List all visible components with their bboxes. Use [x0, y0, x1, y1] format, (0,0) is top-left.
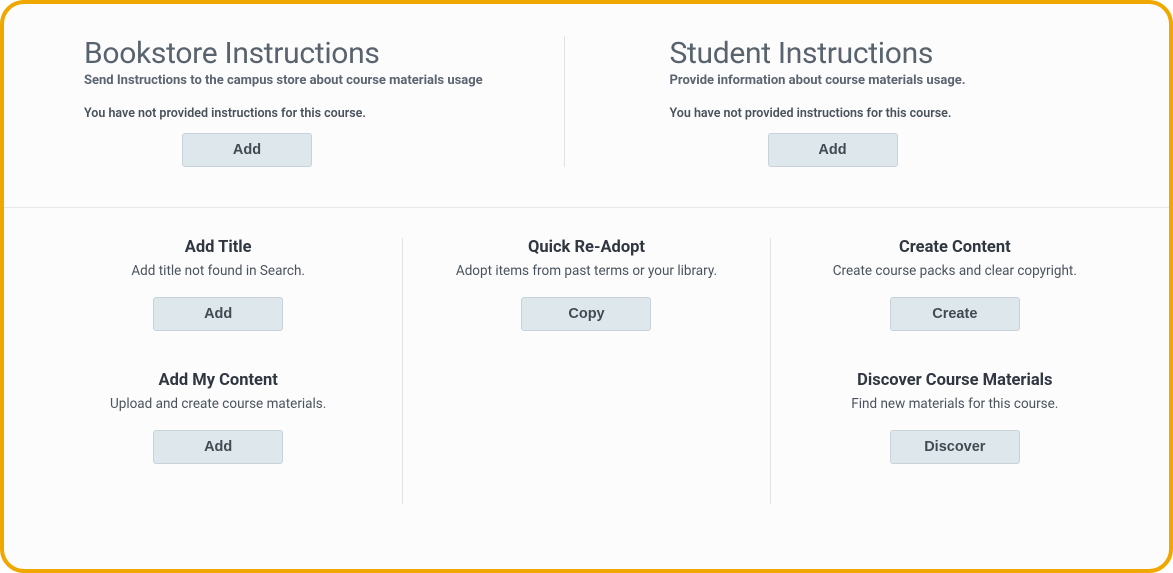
- quick-readopt-button[interactable]: Copy: [521, 297, 651, 331]
- bookstore-status: You have not provided instructions for t…: [84, 106, 524, 121]
- main-frame: Bookstore Instructions Send Instructions…: [0, 0, 1173, 573]
- create-content-button[interactable]: Create: [890, 297, 1020, 331]
- discover-card: Discover Course Materials Find new mater…: [801, 371, 1109, 464]
- add-title-button[interactable]: Add: [153, 297, 283, 331]
- quick-readopt-card: Quick Re-Adopt Adopt items from past ter…: [433, 238, 739, 331]
- add-my-content-card: Add My Content Upload and create course …: [64, 371, 372, 464]
- add-title-heading: Add Title: [64, 238, 372, 257]
- quick-readopt-heading: Quick Re-Adopt: [433, 238, 739, 257]
- instructions-section: Bookstore Instructions Send Instructions…: [4, 4, 1169, 208]
- bookstore-instructions-panel: Bookstore Instructions Send Instructions…: [4, 36, 565, 167]
- discover-button[interactable]: Discover: [890, 430, 1020, 464]
- student-instructions-panel: Student Instructions Provide information…: [565, 36, 1170, 167]
- bookstore-add-button[interactable]: Add: [182, 133, 312, 167]
- add-my-content-button[interactable]: Add: [153, 430, 283, 464]
- student-subtitle: Provide information about course materia…: [670, 73, 1110, 88]
- bookstore-subtitle: Send Instructions to the campus store ab…: [84, 73, 524, 88]
- actions-col-2: Quick Re-Adopt Adopt items from past ter…: [402, 238, 770, 504]
- actions-col-3: Create Content Create course packs and c…: [771, 238, 1139, 504]
- quick-readopt-desc: Adopt items from past terms or your libr…: [433, 263, 739, 279]
- actions-grid: Add Title Add title not found in Search.…: [4, 208, 1169, 504]
- discover-desc: Find new materials for this course.: [801, 396, 1109, 412]
- actions-col-1: Add Title Add title not found in Search.…: [34, 238, 402, 504]
- student-status: You have not provided instructions for t…: [670, 106, 1110, 121]
- add-title-desc: Add title not found in Search.: [64, 263, 372, 279]
- create-content-card: Create Content Create course packs and c…: [801, 238, 1109, 331]
- create-content-heading: Create Content: [801, 238, 1109, 257]
- add-my-content-heading: Add My Content: [64, 371, 372, 390]
- discover-heading: Discover Course Materials: [801, 371, 1109, 390]
- bookstore-title: Bookstore Instructions: [84, 36, 524, 71]
- create-content-desc: Create course packs and clear copyright.: [801, 263, 1109, 279]
- student-add-button[interactable]: Add: [768, 133, 898, 167]
- add-my-content-desc: Upload and create course materials.: [64, 396, 372, 412]
- student-title: Student Instructions: [670, 36, 1110, 71]
- add-title-card: Add Title Add title not found in Search.…: [64, 238, 372, 331]
